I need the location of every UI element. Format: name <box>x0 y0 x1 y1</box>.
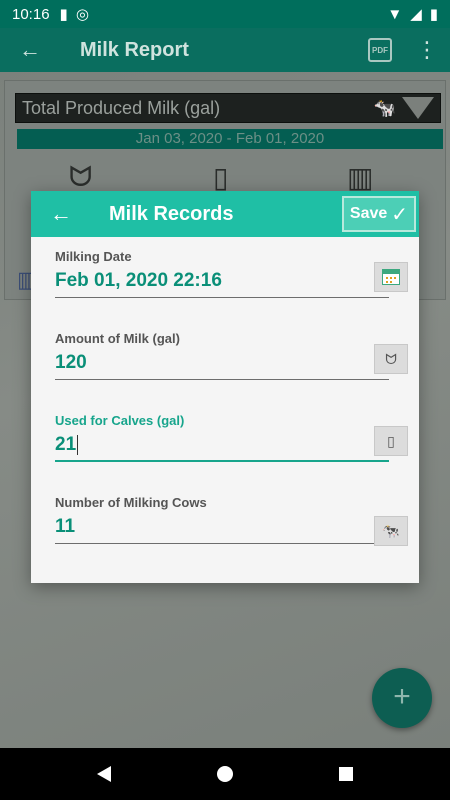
dropdown-arrow-icon <box>402 97 434 119</box>
page-title: Milk Report <box>80 38 189 61</box>
report-type-selector[interactable]: Total Produced Milk (gal) 🐄 <box>15 93 441 123</box>
milking-date-field[interactable]: Milking Date Feb 01, 2020 22:16 <box>55 249 389 298</box>
text-cursor <box>77 434 79 455</box>
dialog-title: Milk Records <box>109 202 234 225</box>
baby-bottle-icon: ▯ <box>374 426 408 456</box>
wifi-icon: ▼ <box>387 5 403 23</box>
calves-usage-field[interactable]: Used for Calves (gal) 21 <box>55 413 389 462</box>
add-record-button[interactable]: + <box>372 668 432 728</box>
nav-recents-icon[interactable] <box>339 767 353 781</box>
milking-cows-field[interactable]: Number of Milking Cows 11 <box>55 495 389 544</box>
milking-date-input[interactable]: Feb 01, 2020 22:16 <box>55 270 389 298</box>
app-back-arrow-icon[interactable]: ← <box>0 37 60 63</box>
nav-back-icon[interactable] <box>97 766 111 782</box>
navigation-bar <box>0 748 450 800</box>
milking-cows-label: Number of Milking Cows <box>55 495 207 510</box>
nav-home-icon[interactable] <box>217 766 233 782</box>
calendar-icon[interactable] <box>374 262 408 292</box>
status-bar: 10:16 ▮ ◎ ▼ ◢ ▮ <box>0 0 450 28</box>
milk-amount-label: Amount of Milk (gal) <box>55 331 180 346</box>
milking-date-label: Milking Date <box>55 249 132 264</box>
dialog-header: ← Milk Records Save ✓ <box>31 191 419 237</box>
calves-usage-input[interactable]: 21 <box>55 434 389 462</box>
sd-card-icon: ▮ <box>59 6 68 23</box>
calves-usage-value: 21 <box>55 434 77 455</box>
milk-can-icon: ▥ <box>347 162 374 193</box>
check-icon: ✓ <box>391 203 409 226</box>
signal-icon: ◢ <box>410 6 422 23</box>
baby-bottle-icon: ▯ <box>213 162 229 193</box>
battery-icon: ▮ <box>429 6 438 23</box>
save-button-label: Save <box>349 205 388 222</box>
udder-icon: ᗢ <box>374 344 408 374</box>
cow-icon: 🐄 <box>373 97 396 118</box>
app-bar: ← Milk Report PDF ⋮ <box>0 28 450 72</box>
cow-icon: 🐄 <box>374 516 408 546</box>
data-saver-icon: ◎ <box>75 6 89 23</box>
more-options-icon[interactable]: ⋮ <box>416 37 438 63</box>
report-type-value: Total Produced Milk (gal) <box>22 97 221 118</box>
milking-cows-input[interactable]: 11 <box>55 516 389 544</box>
udder-icon: ᗢ <box>69 161 93 192</box>
save-button[interactable]: Save ✓ <box>342 196 416 232</box>
milk-records-dialog: ← Milk Records Save ✓ Milking Date Feb 0… <box>31 191 419 583</box>
dialog-back-arrow-icon[interactable]: ← <box>31 201 91 227</box>
calves-usage-label: Used for Calves (gal) <box>55 413 185 428</box>
date-range[interactable]: Jan 03, 2020 - Feb 01, 2020 <box>17 129 443 149</box>
pdf-export-icon[interactable]: PDF <box>368 38 392 62</box>
milk-amount-input[interactable]: 120 <box>55 352 389 380</box>
status-time: 10:16 <box>12 5 50 23</box>
milk-amount-field[interactable]: Amount of Milk (gal) 120 <box>55 331 389 380</box>
